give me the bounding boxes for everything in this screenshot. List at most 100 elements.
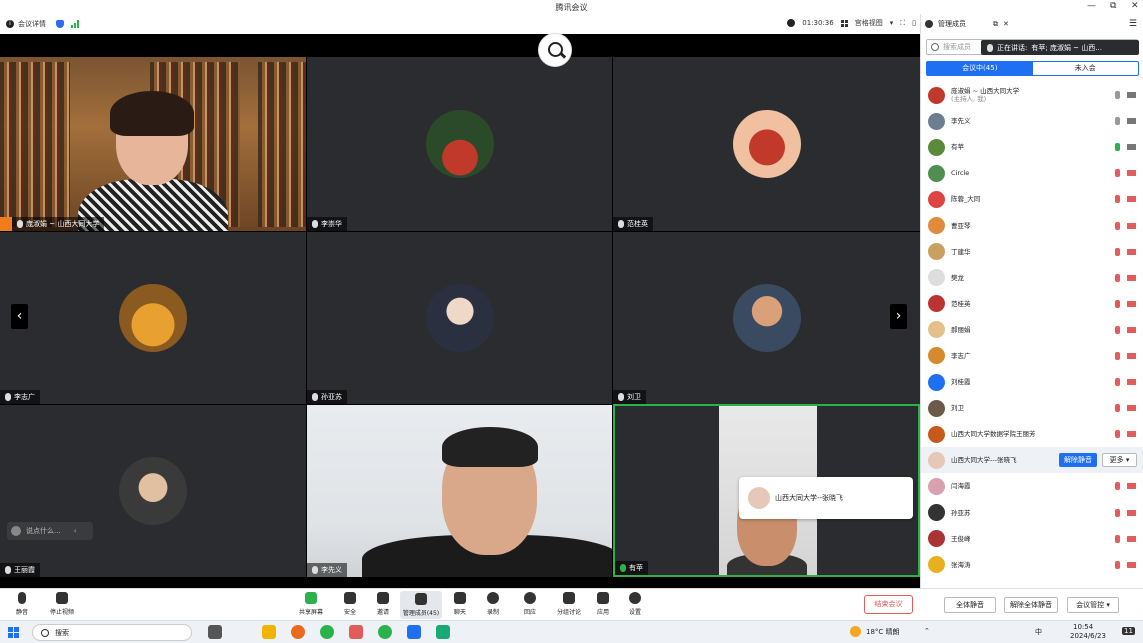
camera-icon[interactable] — [1127, 561, 1136, 568]
mic-muted-icon[interactable] — [1115, 221, 1120, 230]
taskbar-search[interactable]: 搜索 — [32, 624, 192, 641]
camera-icon[interactable] — [1127, 170, 1136, 177]
camera-icon[interactable] — [1127, 144, 1136, 151]
participant-row[interactable]: 孙亚苏 — [921, 500, 1143, 526]
participant-row[interactable]: 王俊峰 — [921, 526, 1143, 552]
mic-icon[interactable] — [1115, 117, 1120, 126]
participant-row[interactable]: 李志广 — [921, 343, 1143, 369]
camera-icon[interactable] — [1127, 274, 1136, 281]
file-explorer-icon[interactable] — [262, 625, 276, 639]
fullscreen-icon[interactable]: ⛶ — [900, 19, 905, 28]
mic-muted-icon[interactable] — [1115, 560, 1120, 569]
participant-row[interactable]: 山西大同大学---张晓飞 解除静音 更多 ▾ — [921, 447, 1143, 474]
stop-video-button[interactable]: 停止视频 — [44, 592, 80, 616]
camera-icon[interactable] — [1127, 248, 1136, 255]
camera-icon[interactable] — [1127, 509, 1136, 516]
camera-icon[interactable] — [1127, 326, 1136, 333]
meeting-details[interactable]: i 会议详情 — [6, 19, 79, 29]
mic-icon[interactable] — [1115, 143, 1120, 152]
participant-row[interactable]: Circle — [921, 160, 1143, 186]
mute-all-button[interactable]: 全体静音 — [944, 597, 996, 613]
participant-row[interactable]: 有苹 — [921, 134, 1143, 160]
tencent-meeting-icon[interactable] — [407, 625, 421, 639]
record-button[interactable]: 录制 — [475, 592, 511, 616]
close-button[interactable]: ✕ — [1131, 1, 1139, 11]
video-tile[interactable]: 范桂英 — [613, 57, 920, 231]
reactions-button[interactable]: 回应 — [512, 592, 548, 616]
video-tile[interactable]: 刘卫 — [613, 232, 920, 404]
camera-icon[interactable] — [1127, 118, 1136, 125]
windows-start-icon[interactable] — [8, 627, 19, 638]
invite-button[interactable]: 邀请 — [365, 592, 401, 616]
video-tile-speaker[interactable]: 李先义 — [307, 405, 612, 577]
apps-button[interactable]: 应用 — [585, 592, 621, 616]
camera-icon[interactable] — [1127, 535, 1136, 542]
share-screen-button[interactable]: 共享屏幕 — [293, 592, 329, 616]
participant-row[interactable]: 山西大同大学数据学院王丽芳 — [921, 421, 1143, 447]
tab-not-joined[interactable]: 未入会 — [1033, 62, 1139, 75]
sidebar-toggle-icon[interactable]: ▯ — [912, 19, 916, 27]
browser-icon[interactable] — [291, 625, 305, 639]
participant-row[interactable]: 刘卫 — [921, 395, 1143, 421]
maximize-button[interactable]: ⧉ — [1110, 1, 1116, 11]
participant-row[interactable]: 范桂英 — [921, 291, 1143, 317]
mic-muted-icon[interactable] — [1115, 247, 1120, 256]
menu-icon[interactable]: ☰ — [1129, 19, 1137, 29]
mic-muted-icon[interactable] — [1115, 195, 1120, 204]
settings-button[interactable]: 设置 — [617, 592, 653, 616]
mic-muted-icon[interactable] — [1115, 273, 1120, 282]
participant-row[interactable]: 丁建华 — [921, 239, 1143, 265]
next-page-button[interactable]: › — [890, 304, 907, 329]
unmute-participant-button[interactable]: 解除静音 — [1059, 453, 1097, 468]
participant-row[interactable]: 陈蓉_大同 — [921, 186, 1143, 212]
camera-icon[interactable] — [1127, 431, 1136, 438]
camera-icon[interactable] — [1127, 222, 1136, 229]
mic-muted-icon[interactable] — [1115, 508, 1120, 517]
tab-in-meeting[interactable]: 会议中(45) — [927, 62, 1033, 75]
mic-muted-icon[interactable] — [1115, 169, 1120, 178]
security-button[interactable]: 安全 — [332, 592, 368, 616]
camera-icon[interactable] — [1127, 379, 1136, 386]
participant-row[interactable]: 樊龙 — [921, 265, 1143, 291]
close-panel-icon[interactable]: ✕ — [1003, 20, 1009, 28]
more-options-button[interactable]: 更多 ▾ — [1102, 453, 1137, 468]
participant-row[interactable]: 郝丽娟 — [921, 317, 1143, 343]
unmute-all-button[interactable]: 解除全体静音 — [1004, 597, 1058, 613]
wechat-icon[interactable] — [378, 625, 392, 639]
ime-indicator[interactable]: 中 — [1035, 627, 1042, 637]
mic-muted-icon[interactable] — [1115, 404, 1120, 413]
chevron-left-icon[interactable]: ‹ — [74, 527, 77, 535]
notification-badge[interactable]: 11 — [1122, 627, 1135, 635]
end-meeting-button[interactable]: 结束会议 — [864, 595, 913, 614]
mic-muted-icon[interactable] — [1115, 351, 1120, 360]
camera-icon[interactable] — [1127, 92, 1136, 99]
participant-row[interactable]: 刘桂霞 — [921, 369, 1143, 395]
taskbar-date[interactable]: 2024/6/23 — [1070, 632, 1106, 640]
mute-button[interactable]: 静音 — [4, 592, 40, 616]
camera-icon[interactable] — [1127, 196, 1136, 203]
video-tile[interactable]: 王丽霞 — [0, 405, 306, 577]
chat-quick-input[interactable]: 说点什么... ‹ — [7, 522, 93, 540]
participant-row[interactable]: 李先义 — [921, 108, 1143, 134]
popout-icon[interactable]: ⧉ — [993, 20, 998, 29]
camera-icon[interactable] — [1127, 352, 1136, 359]
office-icon[interactable] — [349, 625, 363, 639]
edge-icon[interactable] — [320, 625, 334, 639]
mic-muted-icon[interactable] — [1115, 534, 1120, 543]
camera-icon[interactable] — [1127, 300, 1136, 307]
search-icon[interactable] — [538, 33, 572, 67]
camera-icon[interactable] — [1127, 405, 1136, 412]
mic-muted-icon[interactable] — [1115, 378, 1120, 387]
mic-icon[interactable] — [1115, 91, 1120, 100]
participant-row[interactable]: 庞淑娟 ~ 山西大同大学 (主持人, 我) — [921, 82, 1143, 108]
mic-muted-icon[interactable] — [1115, 430, 1120, 439]
taskbar-time[interactable]: 10:54 — [1073, 623, 1093, 631]
prev-page-button[interactable]: ‹ — [11, 304, 28, 329]
video-tile[interactable]: 李志广 — [0, 232, 306, 404]
video-tile[interactable]: 李崇华 — [307, 57, 612, 231]
mic-muted-icon[interactable] — [1115, 299, 1120, 308]
meeting-control-button[interactable]: 会议管控 ▾ — [1067, 597, 1119, 613]
chat-button[interactable]: 聊天 — [442, 592, 478, 616]
view-switch[interactable]: 宫格视图 — [855, 18, 883, 28]
participant-row[interactable]: 张海涛 — [921, 552, 1143, 578]
